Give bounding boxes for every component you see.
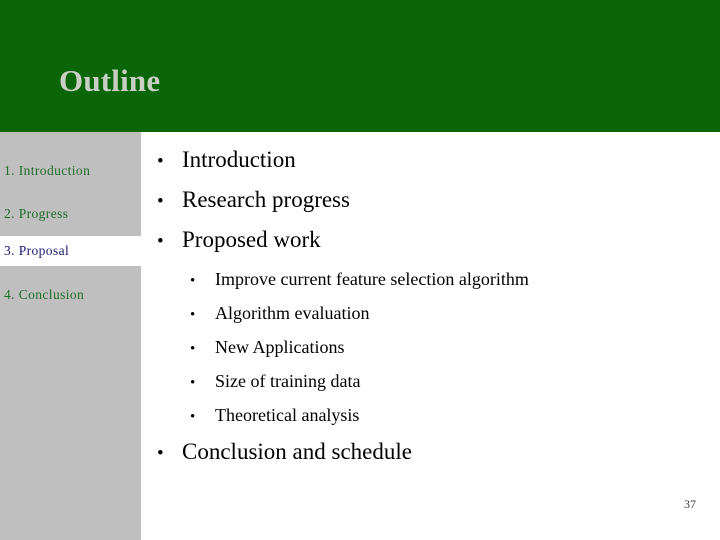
sub-list-item: • Size of training data: [190, 370, 360, 394]
sidebar-item-label: 1. Introduction: [4, 163, 91, 178]
bullet-icon: •: [190, 273, 196, 289]
sidebar-item-label: 3. Proposal: [4, 243, 70, 258]
list-item: • Introduction: [157, 146, 296, 175]
sidebar-item-conclusion[interactable]: 4. Conclusion: [0, 280, 141, 310]
sub-list-item: • Improve current feature selection algo…: [190, 268, 529, 292]
list-item: • Proposed work: [157, 226, 321, 255]
list-item-label: Introduction: [182, 147, 296, 172]
list-item-label: Conclusion and schedule: [182, 439, 412, 464]
sidebar-item-label: 4. Conclusion: [4, 287, 85, 302]
sub-list-item: • New Applications: [190, 336, 344, 360]
bullet-icon: •: [157, 231, 164, 252]
bullet-icon: •: [190, 341, 196, 357]
sidebar-item-proposal[interactable]: 3. Proposal: [0, 236, 141, 266]
sidebar-item-label: 2. Progress: [4, 206, 69, 221]
bullet-icon: •: [190, 307, 196, 323]
bullet-icon: •: [157, 151, 164, 172]
list-item-label: Proposed work: [182, 227, 321, 252]
sub-list-item: • Theoretical analysis: [190, 404, 359, 428]
slide-body: • Introduction • Research progress • Pro…: [141, 132, 720, 540]
sidebar: 1. Introduction 2. Progress 3. Proposal …: [0, 132, 141, 540]
page-title: Outline: [59, 63, 161, 98]
sub-list-item: • Algorithm evaluation: [190, 302, 369, 326]
list-item: • Conclusion and schedule: [157, 438, 412, 467]
page-number: 37: [684, 497, 696, 511]
list-item-label: Research progress: [182, 187, 350, 212]
sub-list-item-label: Theoretical analysis: [215, 405, 360, 425]
bullet-icon: •: [190, 409, 196, 425]
sub-list-item-label: Algorithm evaluation: [215, 303, 370, 323]
sub-list-item-label: Improve current feature selection algori…: [215, 269, 529, 289]
sub-list-item-label: Size of training data: [215, 371, 361, 391]
bullet-icon: •: [157, 443, 164, 464]
list-item: • Research progress: [157, 186, 350, 215]
presentation-slide: Outline 1. Introduction 2. Progress 3. P…: [0, 0, 720, 540]
sidebar-item-progress[interactable]: 2. Progress: [0, 199, 141, 229]
sub-list-item-label: New Applications: [215, 337, 345, 357]
bullet-icon: •: [157, 191, 164, 212]
sidebar-item-introduction[interactable]: 1. Introduction: [0, 156, 141, 186]
bullet-icon: •: [190, 375, 196, 391]
